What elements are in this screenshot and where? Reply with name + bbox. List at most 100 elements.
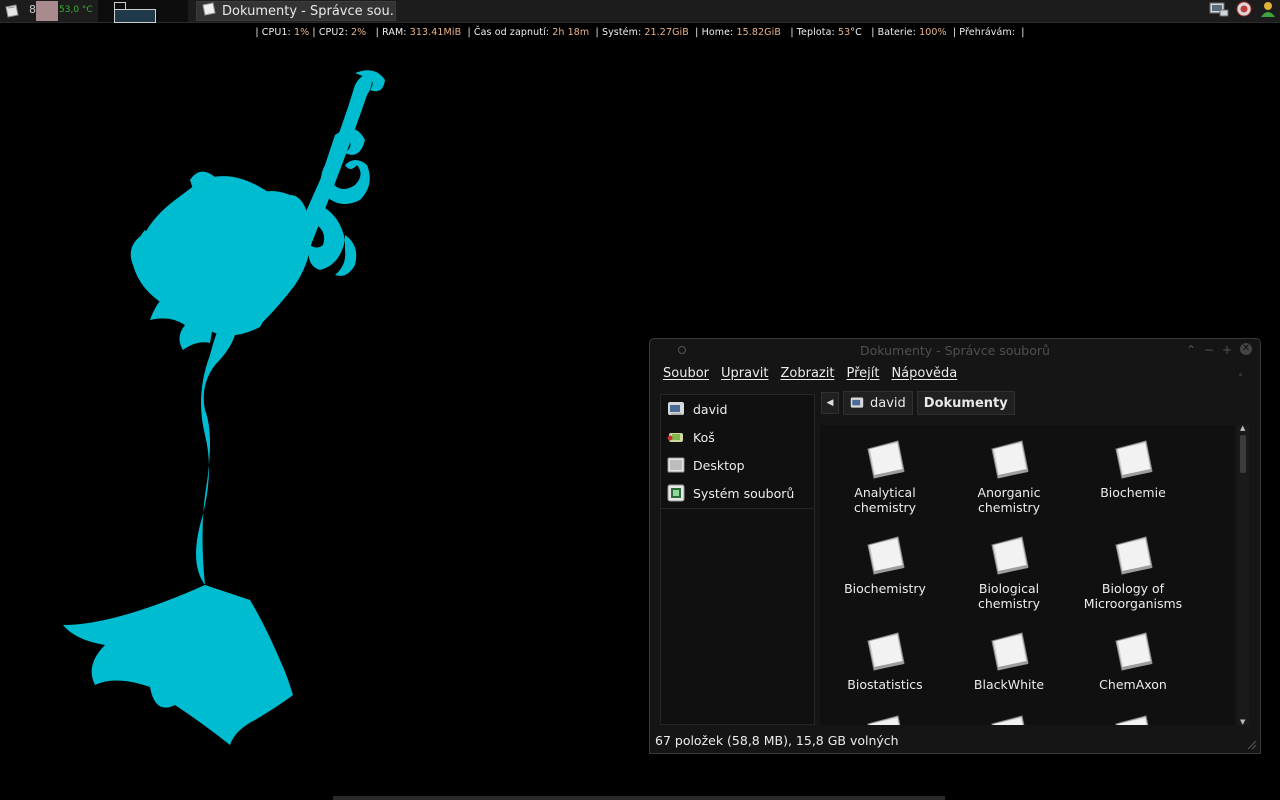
- scroll-up-icon[interactable]: ▲: [1240, 424, 1245, 432]
- folder-label: Biochemistry: [844, 581, 926, 596]
- folder-item[interactable]: ChemAxon: [1071, 627, 1195, 692]
- menu-go[interactable]: Přejít: [846, 366, 879, 381]
- system-stats-bar: | CPU1: 1% | CPU2: 2% | RAM: 313.41MiB |…: [255, 27, 1025, 38]
- folder-label: BlackWhite: [973, 677, 1045, 692]
- updates-icon[interactable]: [1235, 0, 1253, 22]
- folder-item[interactable]: Anorganic chemistry: [947, 435, 1071, 515]
- user-icon[interactable]: [1259, 0, 1277, 22]
- pager-workspace-active[interactable]: [114, 9, 156, 23]
- places-sidebar: david Koš Desktop Systém souborů: [660, 394, 815, 725]
- folder-label: Biology of Microorganisms: [1083, 581, 1183, 611]
- shade-icon[interactable]: ⌃: [1186, 343, 1196, 357]
- home-disk-value: 15.82GiB: [736, 27, 781, 38]
- top-panel: 8 53,0 °C Dokumenty - Správce sou...: [0, 0, 1280, 23]
- path-button-label: david: [870, 395, 906, 411]
- menubar: Soubor Upravit Zobrazit Přejít Nápověda: [663, 366, 957, 381]
- folder-icon: [1115, 715, 1149, 725]
- vertical-scrollbar[interactable]: ▲ ▼: [1238, 424, 1249, 726]
- folder-label: ChemAxon: [1099, 677, 1167, 692]
- sidebar-item-trash[interactable]: Koš: [661, 423, 814, 451]
- path-bar: ◀ david Dokumenty: [821, 391, 1015, 415]
- sidebar-item-filesystem[interactable]: Systém souborů: [661, 479, 814, 507]
- sidebar-item-desktop[interactable]: Desktop: [661, 451, 814, 479]
- close-icon[interactable]: ✕: [1240, 343, 1252, 355]
- resize-grip-icon[interactable]: [1245, 738, 1257, 750]
- folder-icon-view[interactable]: Analytical chemistry Anorganic chemistry B…: [820, 425, 1235, 725]
- sidebar-divider: [661, 508, 814, 509]
- folder-icon: [867, 632, 905, 671]
- folder-item[interactable]: Biological chemistry: [947, 531, 1071, 611]
- status-bar: 67 položek (58,8 MB), 15,8 GB volných: [655, 733, 899, 748]
- minimize-icon[interactable]: −: [1204, 343, 1214, 357]
- cpu-graph: [36, 1, 58, 21]
- folder-icon: [1115, 440, 1153, 479]
- folder-item[interactable]: Biochemistry: [823, 531, 947, 596]
- folder-item[interactable]: Biostatistics: [823, 627, 947, 692]
- temperature-monitor: 53,0 °C: [59, 5, 93, 15]
- folder-icon: [1115, 632, 1153, 671]
- file-manager-icon: [201, 1, 217, 21]
- folder-label: Analytical chemistry: [853, 485, 917, 515]
- window-title: Dokumenty - Správce souborů: [860, 343, 1050, 358]
- folder-label: Biological chemistry: [977, 581, 1041, 611]
- taskbar-button-label: Dokumenty - Správce sou...: [222, 3, 395, 19]
- sidebar-item-label: Koš: [693, 429, 715, 445]
- folder-icon: [867, 715, 901, 725]
- now-playing-label: Přehrávám:: [959, 27, 1016, 38]
- filesystem-icon: [667, 484, 685, 502]
- menubar-grip-icon: ⸗: [1239, 370, 1242, 380]
- cpu1-label: CPU1:: [261, 27, 291, 38]
- scroll-down-icon[interactable]: ▼: [1240, 718, 1245, 726]
- folder-icon: [867, 536, 905, 575]
- home-folder-icon: [668, 402, 684, 415]
- folder-item[interactable]: Biochemie: [1071, 435, 1195, 500]
- taskbar-button-file-manager[interactable]: Dokumenty - Správce sou...: [196, 1, 396, 21]
- path-back-button[interactable]: ◀: [821, 392, 839, 414]
- system-tray: [1209, 0, 1280, 22]
- network-icon[interactable]: [1209, 1, 1229, 21]
- menu-view[interactable]: Zobrazit: [780, 366, 834, 381]
- scrollbar-thumb[interactable]: [1240, 435, 1246, 473]
- menu-help[interactable]: Nápověda: [891, 366, 957, 381]
- path-button-david[interactable]: david: [843, 391, 913, 415]
- cpu2-value: 2%: [351, 27, 367, 38]
- maximize-icon[interactable]: +: [1222, 343, 1232, 357]
- file-manager-window: Dokumenty - Správce souborů ⌃ − + ✕ Soub…: [649, 338, 1261, 754]
- folder-label: Biostatistics: [847, 677, 923, 692]
- ram-value: 313.41MiB: [409, 27, 462, 38]
- cpu2-label: CPU2:: [318, 27, 348, 38]
- folder-item[interactable]: [823, 710, 947, 725]
- trash-icon: [667, 433, 683, 442]
- desktop-icon: [667, 457, 685, 473]
- home-folder-icon: [850, 397, 864, 408]
- temperature-unit: °C: [850, 27, 862, 38]
- menu-edit[interactable]: Upravit: [721, 366, 768, 381]
- sidebar-item-label: Desktop: [693, 457, 745, 473]
- cpu1-value: 1%: [293, 27, 310, 38]
- sidebar-item-david[interactable]: david: [661, 395, 814, 423]
- workspace-number: 8: [29, 3, 36, 16]
- ram-label: RAM:: [382, 27, 407, 38]
- folder-item[interactable]: [947, 710, 1071, 725]
- temperature-label: Teplota:: [796, 27, 835, 38]
- folder-item[interactable]: [1071, 710, 1195, 725]
- home-disk-label: Home:: [701, 27, 734, 38]
- folder-label: Anorganic chemistry: [977, 485, 1041, 515]
- folder-icon: [991, 440, 1029, 479]
- folder-icon: [1115, 536, 1153, 575]
- bottom-panel-edge: [333, 796, 945, 800]
- uptime-label: Čas od zapnutí:: [473, 27, 550, 38]
- folder-icon: [867, 440, 905, 479]
- folder-item[interactable]: Biology of Microorganisms: [1071, 531, 1195, 611]
- folder-item[interactable]: Analytical chemistry: [823, 435, 947, 515]
- folder-icon: [991, 536, 1029, 575]
- system-disk-value: 21.27GiB: [644, 27, 689, 38]
- folder-icon: [991, 715, 1025, 725]
- menu-file[interactable]: Soubor: [663, 366, 709, 381]
- system-disk-label: Systém:: [601, 27, 642, 38]
- application-menu-icon[interactable]: [4, 3, 20, 19]
- window-titlebar[interactable]: Dokumenty - Správce souborů ⌃ − + ✕: [650, 339, 1260, 362]
- workspace-pager[interactable]: [98, 0, 188, 23]
- path-button-current[interactable]: Dokumenty: [916, 391, 1015, 415]
- folder-item[interactable]: BlackWhite: [947, 627, 1071, 692]
